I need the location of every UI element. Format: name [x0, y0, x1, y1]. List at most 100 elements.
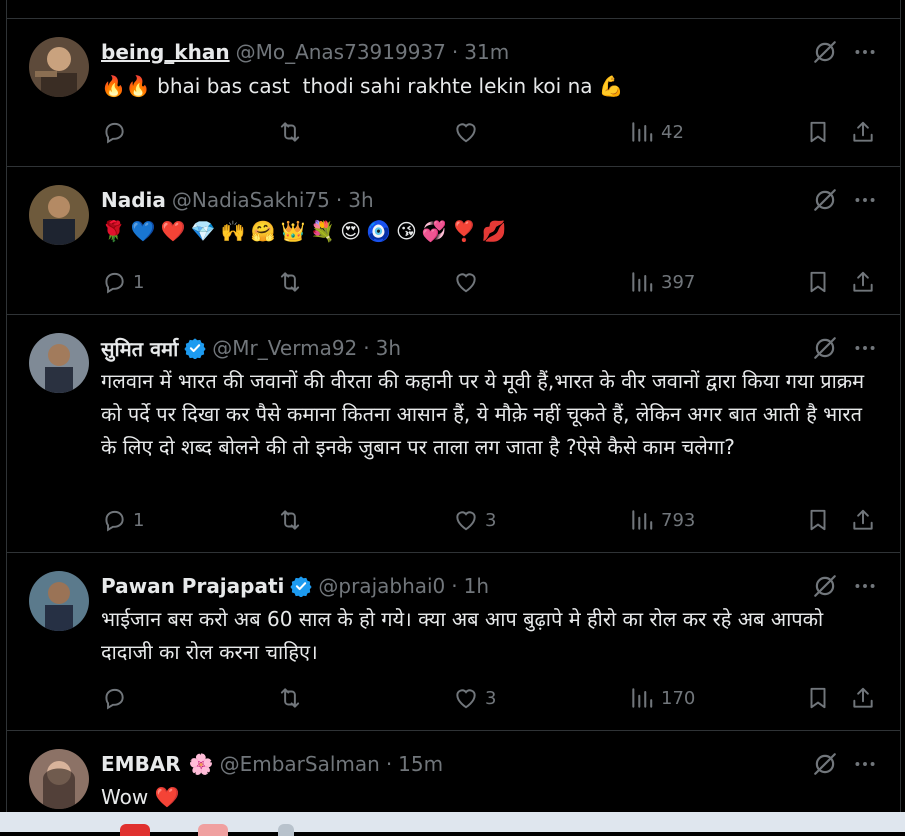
bookmark-button[interactable] — [805, 681, 831, 715]
views-button[interactable]: 170 — [629, 681, 695, 715]
emoji: 🌹 — [101, 219, 126, 243]
heart-icon — [453, 507, 479, 533]
avatar[interactable] — [29, 185, 89, 245]
name-emoji: 🌸 — [188, 752, 214, 776]
user-handle[interactable]: @EmbarSalman — [220, 752, 380, 776]
retweet-button[interactable] — [277, 265, 309, 299]
retweet-button[interactable] — [277, 503, 309, 537]
retweet-icon — [277, 507, 303, 533]
timestamp[interactable]: 15m — [398, 752, 443, 776]
timestamp[interactable]: 31m — [464, 40, 509, 64]
tweet-being-khan[interactable]: being_khan @Mo_Anas73919937 · 31m 🔥🔥 bha… — [7, 18, 900, 167]
timestamp[interactable]: 3h — [348, 188, 373, 212]
separator-dot: · — [363, 336, 370, 360]
display-name[interactable]: Pawan Prajapati — [101, 574, 284, 598]
grok-icon[interactable] — [812, 187, 838, 213]
display-name[interactable]: सुमित वर्मा — [101, 335, 178, 362]
views-button[interactable]: 397 — [629, 265, 695, 299]
tweet-header: being_khan @Mo_Anas73919937 · 31m — [101, 37, 509, 67]
share-icon — [850, 269, 876, 295]
views-icon — [629, 685, 655, 711]
display-name[interactable]: being_khan — [101, 40, 230, 64]
avatar[interactable] — [29, 37, 89, 97]
taskbar-app-icon[interactable] — [198, 824, 228, 836]
more-icon[interactable] — [852, 187, 878, 213]
more-icon[interactable] — [852, 573, 878, 599]
user-handle[interactable]: @Mo_Anas73919937 — [236, 40, 446, 64]
views-icon — [629, 269, 655, 295]
share-button[interactable] — [850, 681, 876, 715]
reply-feed: being_khan @Mo_Anas73919937 · 31m 🔥🔥 bha… — [6, 0, 901, 812]
user-handle[interactable]: @Mr_Verma92 — [212, 336, 357, 360]
view-count: 42 — [661, 121, 684, 143]
action-bar: 42 — [101, 115, 878, 149]
display-name[interactable]: Nadia — [101, 188, 166, 212]
emoji: 🤗 — [250, 219, 276, 243]
taskbar-app-icon[interactable] — [120, 824, 150, 836]
views-button[interactable]: 793 — [629, 503, 695, 537]
bookmark-button[interactable] — [805, 265, 831, 299]
reply-button[interactable]: 1 — [101, 503, 144, 537]
reply-button[interactable]: 1 — [101, 265, 144, 299]
separator-dot: · — [385, 752, 393, 776]
share-button[interactable] — [850, 115, 876, 149]
tweet-text: भाईजान बस करो अब 60 साल के हो गये। क्या … — [101, 607, 830, 664]
tweet-pawan-prajapati[interactable]: Pawan Prajapati @prajabhai0 · 1h भाईजान … — [7, 552, 900, 731]
share-button[interactable] — [850, 503, 876, 537]
user-handle[interactable]: @NadiaSakhi75 — [172, 188, 330, 212]
tweet-embar[interactable]: EMBAR 🌸 @EmbarSalman · 15m Wow ❤️ — [7, 730, 900, 812]
grok-icon[interactable] — [812, 335, 838, 361]
grok-icon[interactable] — [812, 573, 838, 599]
tweet-header: Nadia @NadiaSakhi75 · 3h — [101, 185, 374, 215]
tweet-sumit-verma[interactable]: सुमित वर्मा @Mr_Verma92 · 3h गलवान में भ… — [7, 314, 900, 553]
action-bar: 1 397 — [101, 265, 878, 299]
retweet-icon — [277, 119, 303, 145]
avatar[interactable] — [29, 571, 89, 631]
retweet-button[interactable] — [277, 681, 309, 715]
timestamp[interactable]: 1h — [464, 574, 489, 598]
like-button[interactable] — [453, 265, 485, 299]
more-icon[interactable] — [852, 335, 878, 361]
action-bar: 3 170 — [101, 681, 878, 715]
like-button[interactable] — [453, 115, 485, 149]
views-button[interactable]: 42 — [629, 115, 684, 149]
bookmark-button[interactable] — [805, 115, 831, 149]
display-name[interactable]: EMBAR — [101, 752, 181, 776]
like-button[interactable]: 3 — [453, 681, 496, 715]
separator-dot: · — [335, 188, 343, 212]
reply-button[interactable] — [101, 115, 133, 149]
emoji: 😍 — [340, 219, 362, 243]
retweet-button[interactable] — [277, 115, 309, 149]
grok-icon[interactable] — [812, 39, 838, 65]
avatar[interactable] — [29, 333, 89, 393]
emoji-text: 🌹 💙 ❤️ 💎 🙌 🤗 👑 💐 😍 🧿 😘 💞 ❣️ 💋 — [101, 219, 507, 243]
separator-dot: · — [451, 40, 459, 64]
tweet-header: EMBAR 🌸 @EmbarSalman · 15m — [101, 749, 443, 779]
tweet-text: 🔥🔥 bhai bas cast thodi sahi rakhte lekin… — [101, 74, 624, 98]
bookmark-icon — [805, 269, 831, 295]
emoji: ❤️ — [160, 219, 186, 243]
tweet-text: Wow ❤️ — [101, 785, 180, 809]
grok-icon[interactable] — [812, 751, 838, 777]
heart-icon — [453, 685, 479, 711]
retweet-icon — [277, 269, 303, 295]
user-handle[interactable]: @prajabhai0 — [318, 574, 445, 598]
share-button[interactable] — [850, 265, 876, 299]
timestamp[interactable]: 3h — [376, 336, 401, 360]
bookmark-button[interactable] — [805, 503, 831, 537]
emoji: 🙌 — [220, 219, 246, 243]
emoji: 💞 — [421, 219, 447, 243]
reply-button[interactable] — [101, 681, 133, 715]
more-icon[interactable] — [852, 751, 878, 777]
like-button[interactable]: 3 — [453, 503, 496, 537]
verified-badge-icon — [184, 337, 206, 359]
tweet-header: Pawan Prajapati @prajabhai0 · 1h — [101, 571, 489, 601]
avatar[interactable] — [29, 749, 89, 809]
tweet-nadia[interactable]: Nadia @NadiaSakhi75 · 3h 🌹 💙 ❤️ 💎 🙌 🤗 👑 … — [7, 166, 900, 315]
emoji: 👑 — [280, 219, 306, 243]
views-icon — [629, 507, 655, 533]
taskbar-app-icon[interactable] — [278, 824, 294, 836]
more-icon[interactable] — [852, 39, 878, 65]
reply-icon — [101, 685, 127, 711]
reply-count: 1 — [133, 509, 145, 531]
